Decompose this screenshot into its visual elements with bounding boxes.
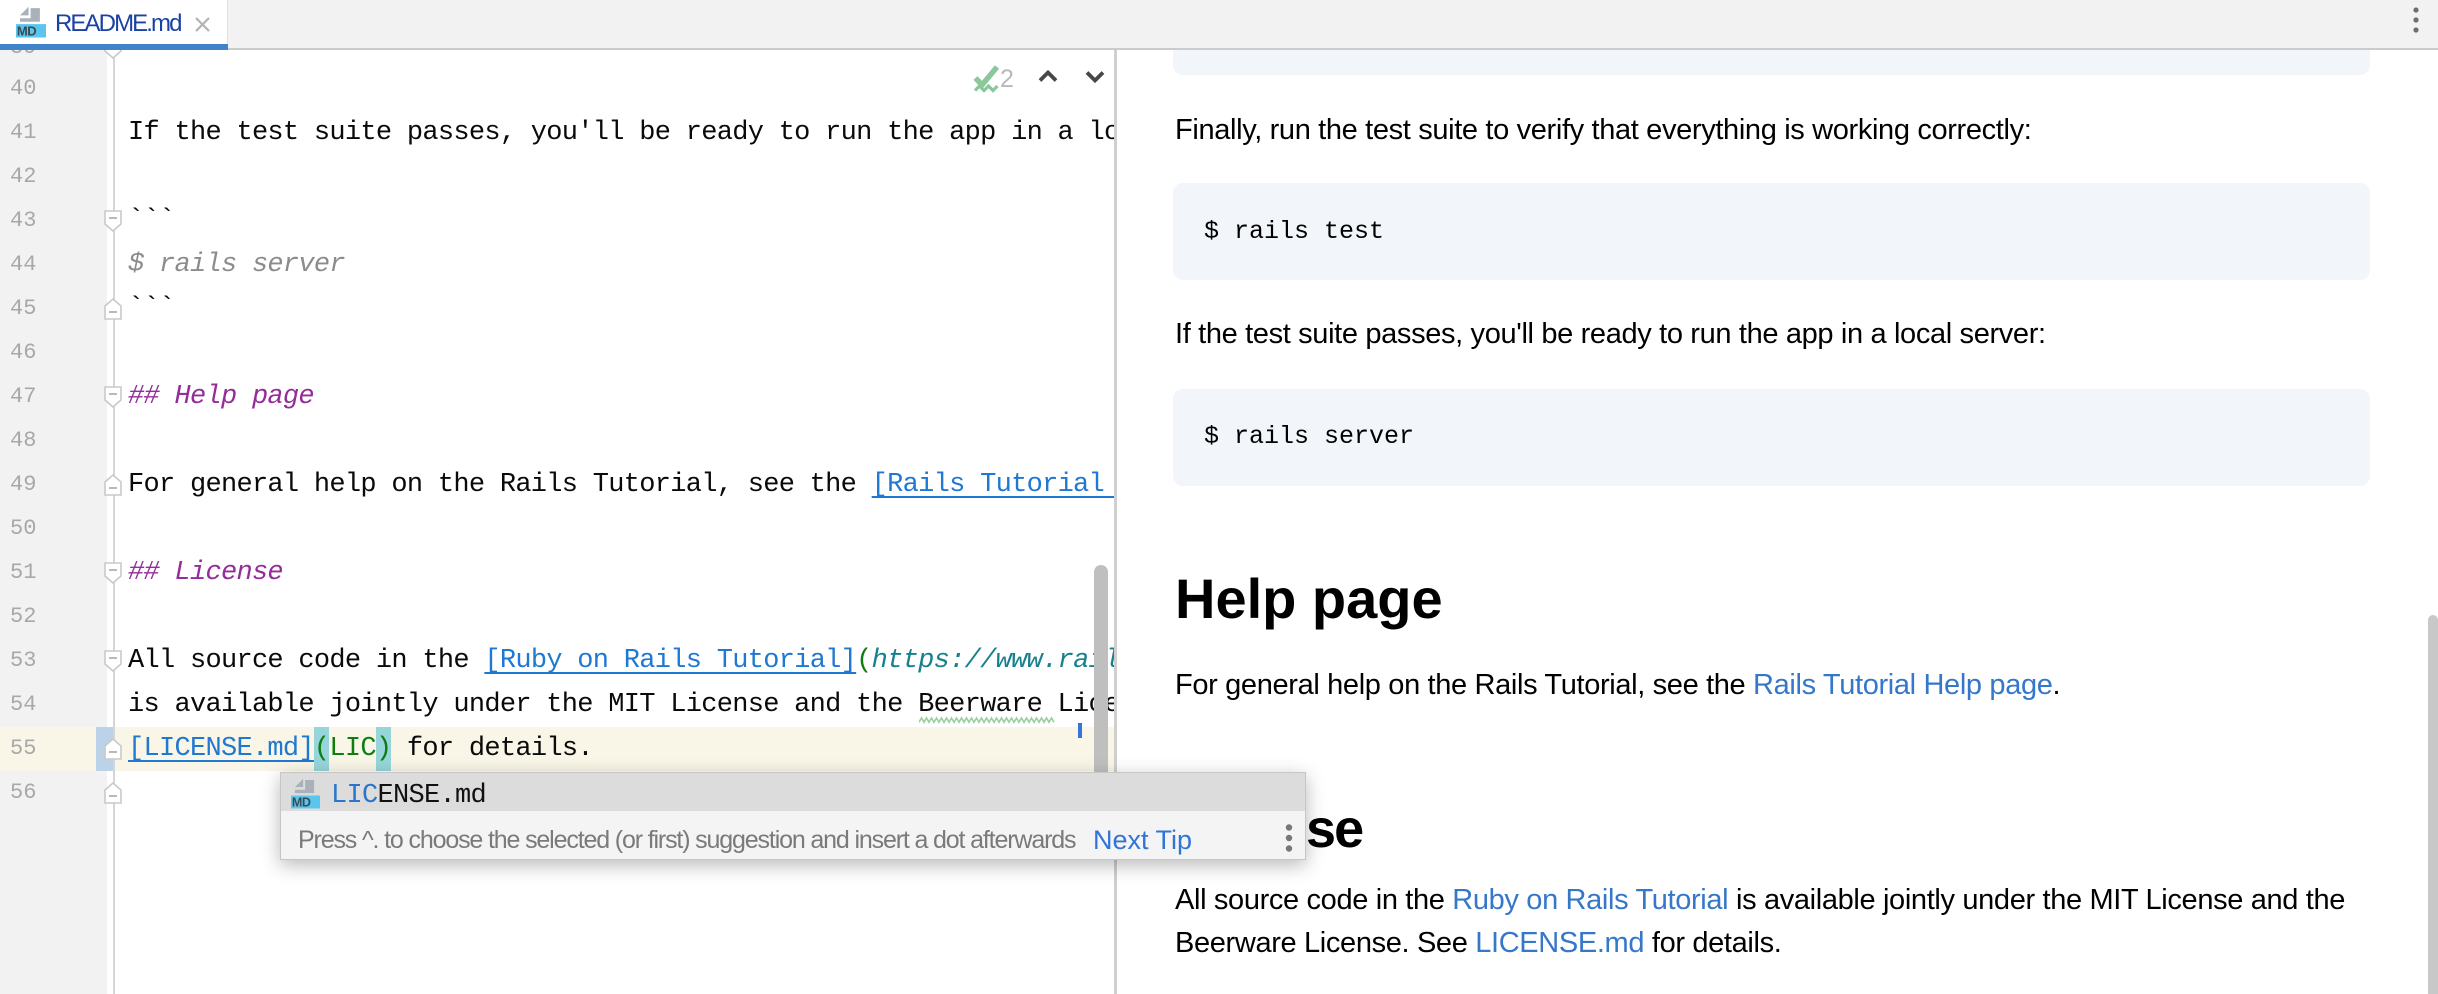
svg-text:MD: MD [292, 795, 311, 809]
svg-text:MD: MD [17, 23, 36, 38]
